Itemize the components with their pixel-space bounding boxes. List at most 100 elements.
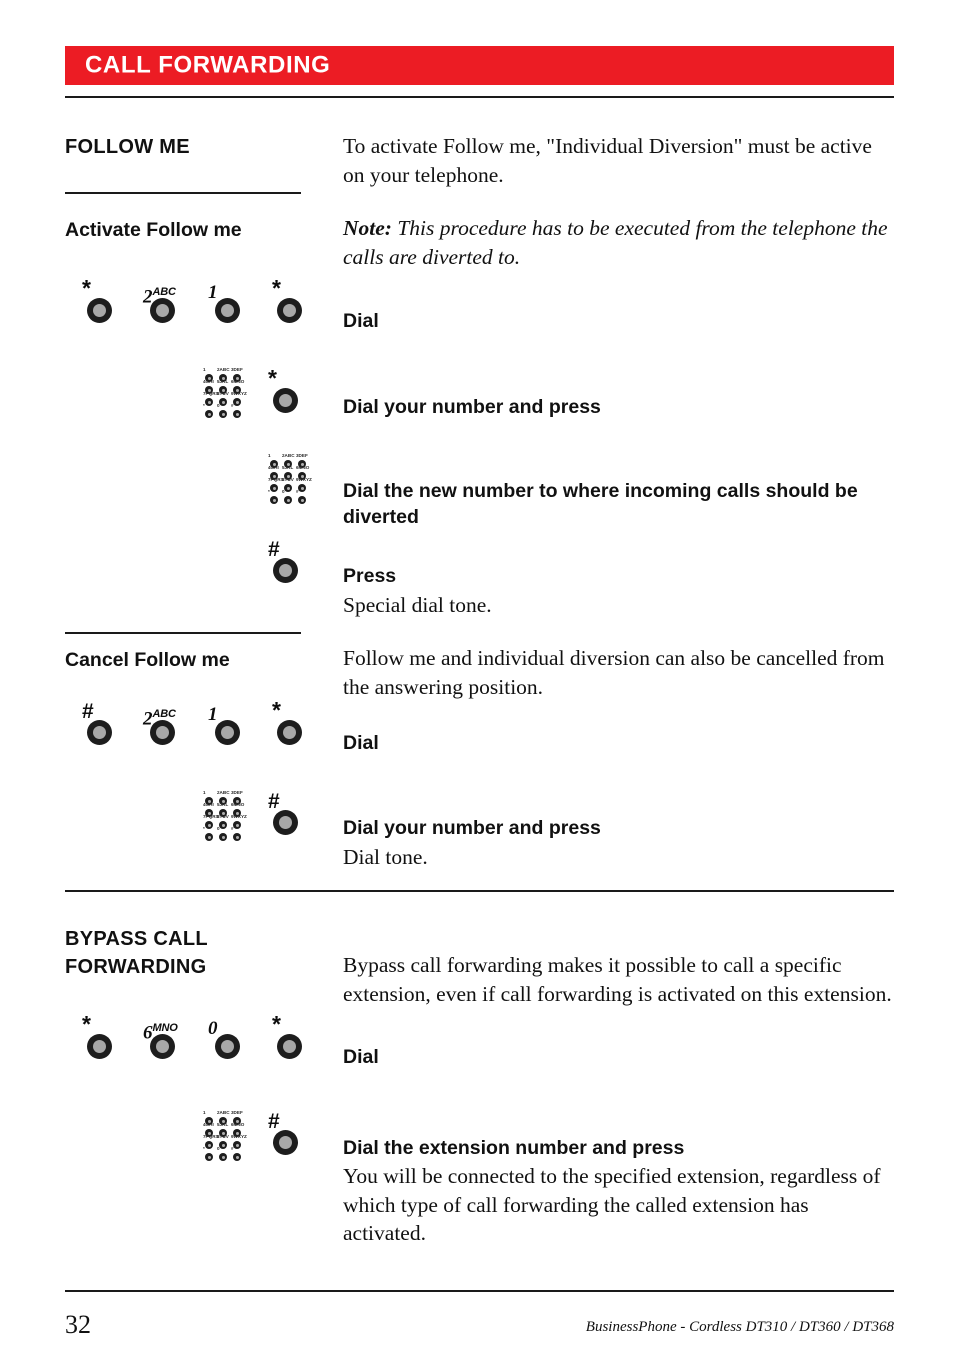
keypad-key-label: 4GHI: [203, 802, 214, 808]
dial-keypad-icon-3: 1 2ABC 3DEF 4GHI 5JKL 6MNO 7PQRS 8TUV 9W…: [203, 790, 251, 843]
keypad-key-disc: [219, 833, 227, 841]
step-label-activate-press: Press: [343, 565, 397, 587]
banner-title: CALL FORWARDING: [85, 50, 331, 78]
keypad-key-label: *: [203, 1146, 205, 1152]
keypad-key-label: 5JKL: [217, 379, 229, 385]
keypad-key-hash: #: [296, 489, 309, 504]
key-sequence-activate-press-star: *: [268, 367, 318, 418]
key-disc: [277, 298, 302, 323]
key-disc: [150, 1034, 175, 1059]
keypad-key-label: *: [203, 403, 205, 409]
key-hash-1[interactable]: #: [268, 539, 302, 583]
keypad-key-star: *: [203, 827, 216, 841]
keypad-key-label: 5JKL: [282, 465, 294, 471]
key-hash-4[interactable]: #: [268, 1111, 302, 1155]
dial-keypad-icon-4: 1 2ABC 3DEF 4GHI 5JKL 6MNO 7PQRS 8TUV 9W…: [203, 1111, 251, 1163]
keypad-key-label: 0: [217, 826, 220, 832]
key-label: *: [268, 365, 277, 391]
key-star-1[interactable]: *: [82, 277, 116, 323]
keypad-key-label: 8TUV: [217, 814, 229, 820]
key-hash-3[interactable]: #: [268, 791, 302, 835]
keypad-key-label: 9WXYZ: [231, 814, 247, 820]
keypad-key-0: 0: [217, 404, 230, 418]
manual-page: CALL FORWARDING FOLLOW ME To activate Fo…: [0, 0, 954, 1355]
keypad-key-disc: [219, 398, 227, 406]
keypad-key-label: #: [296, 489, 299, 495]
dial-keypad-icon-2: 1 2ABC 3DEF 4GHI 5JKL 6MNO 7PQRS 8TUV 9W…: [268, 454, 316, 506]
key-sequence-cancel-dial: # 2ABC 1 *: [75, 699, 335, 750]
keypad-key-7: 7PQRS: [203, 815, 219, 829]
key-2-abc[interactable]: 2ABC: [143, 286, 179, 323]
keypad-key-disc: [233, 833, 241, 841]
key-hash-2[interactable]: #: [82, 701, 116, 745]
keypad-key-label: 4GHI: [203, 379, 214, 385]
keypad-key-label: 4GHI: [268, 465, 279, 471]
keypad-key-disc: [205, 1153, 213, 1161]
key-disc: [150, 720, 175, 745]
keypad-key-label: 6MNO: [231, 1122, 245, 1128]
keypad-key-star: *: [203, 1146, 216, 1161]
heading-bypass-line2: FORWARDING: [65, 956, 207, 978]
step-label-bypass-dial: Dial: [343, 1046, 379, 1068]
key-disc: [215, 298, 240, 323]
keypad-key-disc: [233, 821, 241, 829]
key-letters: MNO: [152, 1022, 178, 1034]
key-0[interactable]: 0: [208, 1019, 244, 1059]
step-sub-cancel-dial-number: Dial tone.: [343, 845, 428, 869]
keypad-key-label: 3DEF: [231, 367, 243, 373]
key-label: *: [272, 275, 281, 301]
heading-follow-me: FOLLOW ME: [65, 136, 190, 158]
key-star-4[interactable]: *: [272, 699, 306, 745]
keypad-key-0: 0: [282, 490, 295, 504]
key-label: #: [268, 790, 280, 813]
heading-cancel-follow-me: Cancel Follow me: [65, 649, 230, 671]
key-2-abc[interactable]: 2ABC: [143, 708, 179, 745]
keypad-key-disc: [233, 1153, 241, 1161]
keypad-key-disc: [233, 398, 241, 406]
key-label: *: [272, 1011, 281, 1037]
key-star-5[interactable]: *: [82, 1013, 116, 1059]
keypad-key-disc: [219, 1141, 227, 1149]
keypad-key-label: 0: [217, 1146, 220, 1152]
step-label-bypass-extension: Dial the extension number and press: [343, 1137, 685, 1159]
key-star-3[interactable]: *: [268, 367, 302, 413]
key-label: 1: [208, 704, 218, 725]
keypad-key-label: 8TUV: [217, 1134, 229, 1140]
keypad-key-hash: #: [231, 827, 244, 841]
keypad-key-disc: [219, 410, 227, 418]
keypad-key-disc: [205, 821, 213, 829]
keypad-key-label: 9WXYZ: [231, 1134, 247, 1140]
key-label: 1: [208, 282, 218, 303]
keypad-key-label: 9WXYZ: [296, 477, 312, 483]
keypad-key-label: 1: [203, 367, 206, 373]
keypad-key-label: 9WXYZ: [231, 391, 247, 397]
keypad-key-disc: [270, 496, 278, 504]
key-sequence-cancel-press-hash: #: [268, 791, 318, 840]
divider-cancel: [65, 632, 301, 634]
keypad-key-label: 8TUV: [282, 477, 294, 483]
key-6-mno[interactable]: 6MNO: [143, 1022, 179, 1059]
step-label-activate-dial-number: Dial your number and press: [343, 396, 601, 418]
key-1[interactable]: 1: [208, 705, 244, 745]
keypad-key-label: 2ABC: [217, 790, 230, 796]
keypad-key-label: 8TUV: [217, 391, 229, 397]
bypass-intro: Bypass call forwarding makes it possible…: [343, 953, 892, 1006]
step-label-activate-new-number: Dial the new number to where incoming ca…: [343, 480, 858, 528]
key-label: #: [82, 700, 94, 723]
key-sequence-bypass-dial: * 6MNO 0 *: [75, 1013, 335, 1064]
keypad-key-disc: [205, 1141, 213, 1149]
keypad-key-disc: [205, 398, 213, 406]
keypad-key-disc: [205, 833, 213, 841]
divider-bypass: [65, 890, 894, 892]
key-star-2[interactable]: *: [272, 277, 306, 323]
key-star-6[interactable]: *: [272, 1013, 306, 1059]
note-text: This procedure has to be executed from t…: [343, 216, 888, 269]
keypad-key-label: 1: [203, 790, 206, 796]
key-label: *: [82, 1011, 91, 1037]
keypad-key-disc: [233, 1141, 241, 1149]
keypad-key-disc: [284, 496, 292, 504]
key-disc: [150, 298, 175, 323]
key-letters: ABC: [152, 708, 176, 720]
divider-footer: [65, 1290, 894, 1292]
key-1[interactable]: 1: [208, 283, 244, 323]
